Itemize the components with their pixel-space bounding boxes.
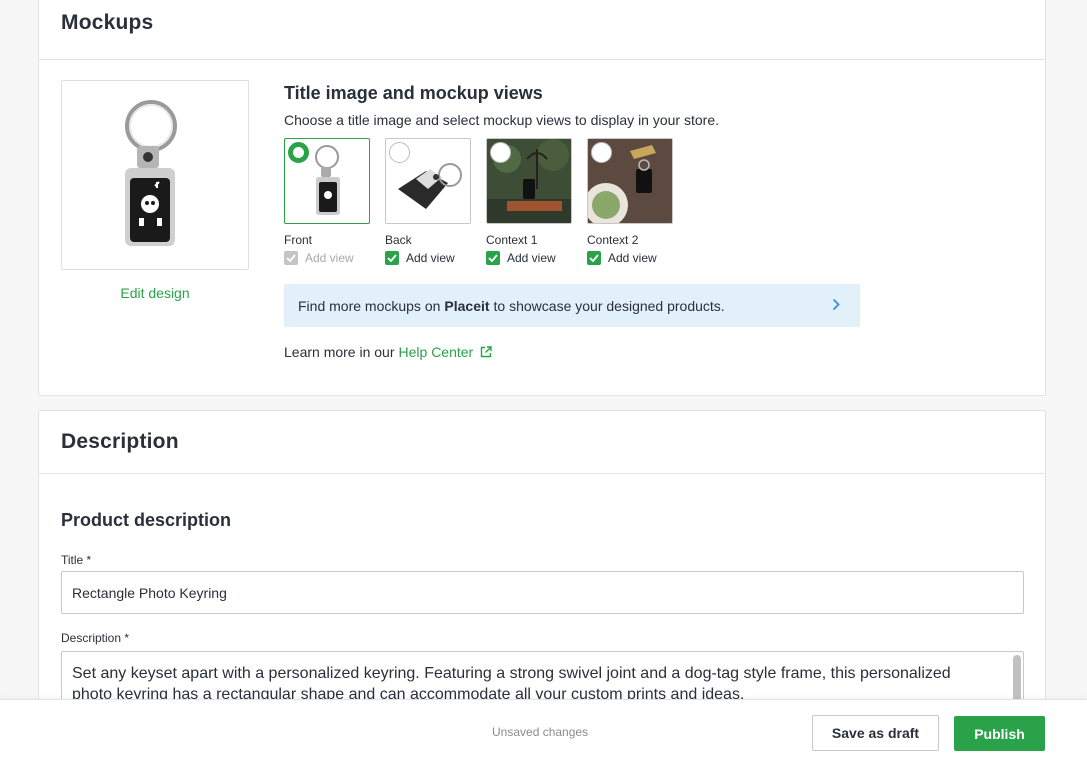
mockup-views-description: Choose a title image and select mockup v…	[284, 112, 719, 128]
publish-button[interactable]: Publish	[954, 716, 1045, 751]
title-image-radio-back[interactable]	[389, 142, 410, 163]
title-input[interactable]: Rectangle Photo Keyring	[61, 571, 1024, 614]
view-thumbnail-context-1[interactable]	[486, 138, 572, 224]
description-text: Set any keyset apart with a personalized…	[72, 665, 951, 703]
view-label-context-1: Context 1	[486, 233, 538, 247]
placeit-banner-prefix: Find more mockups on	[298, 297, 441, 314]
description-title: Description	[61, 430, 179, 453]
title-image-radio-front[interactable]	[288, 142, 309, 163]
action-footer: Unsaved changes Save as draft Publish	[0, 699, 1087, 760]
add-view-back[interactable]: Add view	[385, 251, 471, 265]
view-thumbnail-context-2[interactable]	[587, 138, 673, 224]
view-label-front: Front	[284, 233, 313, 247]
description-header: Description	[39, 411, 1045, 474]
title-field-label: Title *	[61, 553, 92, 567]
add-view-label-front: Add view	[305, 251, 354, 265]
view-label-context-2: Context 2	[587, 233, 639, 247]
view-context-2: Context 2 Add view	[587, 138, 673, 265]
mockup-views-title: Title image and mockup views	[284, 83, 543, 103]
add-view-context-1[interactable]: Add view	[486, 251, 572, 265]
add-view-front: Add view	[284, 251, 370, 265]
add-view-checkbox-back[interactable]	[385, 251, 399, 265]
add-view-checkbox-front	[284, 251, 298, 265]
add-view-context-2[interactable]: Add view	[587, 251, 673, 265]
placeit-banner[interactable]: Find more mockups on Placeit to showcase…	[284, 284, 860, 327]
add-view-checkbox-context-1[interactable]	[486, 251, 500, 265]
mockups-card: Mockups Edit design Title image and mock…	[38, 0, 1046, 396]
help-center-label: Help Center	[398, 344, 474, 360]
mockups-header: Mockups	[39, 0, 1045, 60]
description-content: Product description Title * Rectangle Ph…	[39, 510, 1045, 711]
view-context-1: Context 1 Add view	[486, 138, 572, 265]
edit-design-link[interactable]: Edit design	[61, 285, 249, 301]
title-image-preview	[61, 80, 249, 270]
mockups-title: Mockups	[61, 11, 154, 34]
add-view-label-context-2: Add view	[608, 251, 657, 265]
add-view-checkbox-context-2[interactable]	[587, 251, 601, 265]
help-center-link[interactable]: Help Center	[399, 344, 493, 360]
placeit-brand: Placeit	[444, 297, 490, 314]
help-prefix: Learn more in our	[284, 344, 395, 360]
add-view-label-context-1: Add view	[507, 251, 556, 265]
title-image-radio-context-1[interactable]	[490, 142, 511, 163]
view-front: Front Add view	[284, 138, 370, 265]
view-label-back: Back	[385, 233, 412, 247]
mockup-views-section: Title image and mockup views Choose a ti…	[284, 83, 860, 360]
unsaved-status: Unsaved changes	[492, 725, 589, 739]
chevron-right-icon	[832, 298, 840, 311]
placeit-banner-suffix: to showcase your designed products.	[493, 297, 725, 314]
view-back: Back Add view	[385, 138, 471, 265]
view-thumbnail-back[interactable]	[385, 138, 471, 224]
description-field-label: Description *	[61, 631, 130, 645]
view-thumbnail-front[interactable]	[284, 138, 370, 224]
help-line: Learn more in our Help Center	[284, 344, 860, 360]
external-link-icon	[481, 346, 492, 358]
save-as-draft-button[interactable]: Save as draft	[812, 715, 939, 751]
product-description-title: Product description	[61, 510, 232, 530]
title-image-radio-context-2[interactable]	[591, 142, 612, 163]
keyring-image	[125, 100, 177, 246]
mockup-views-list: Front Add view Back Add view Context 1 A…	[284, 138, 860, 265]
add-view-label-back: Add view	[406, 251, 455, 265]
